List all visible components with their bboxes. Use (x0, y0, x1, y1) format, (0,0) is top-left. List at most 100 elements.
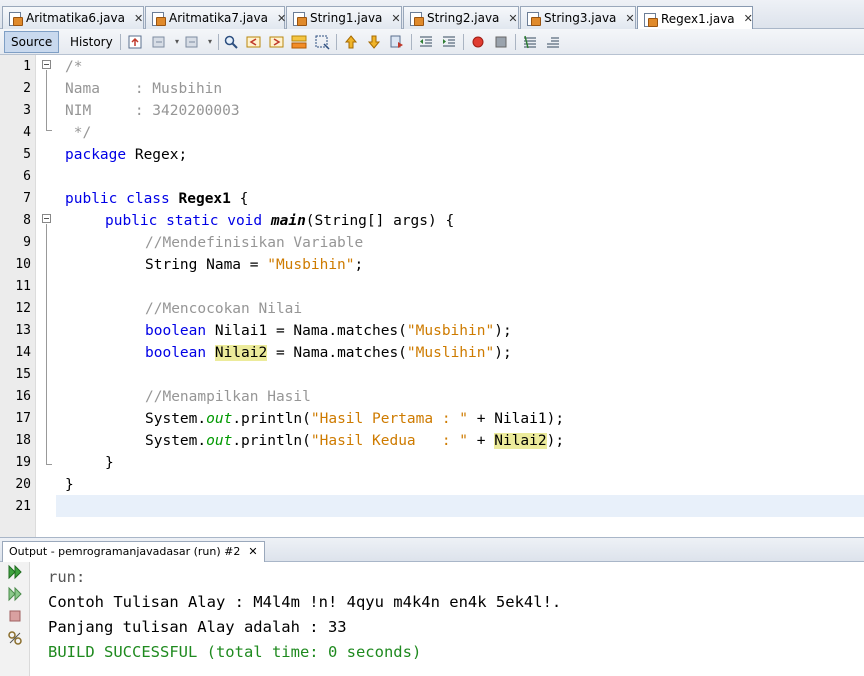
next-bookmark-icon[interactable] (366, 34, 382, 50)
output-line: Panjang tulisan Alay adalah : 33 (48, 618, 347, 636)
code-line-12: //Mencocokan Nilai (145, 301, 303, 317)
tab-string1[interactable]: String1.java ✕ (286, 6, 402, 29)
close-icon[interactable]: ✕ (508, 12, 517, 25)
close-icon[interactable]: ✕ (277, 12, 286, 25)
comment-icon[interactable] (522, 34, 538, 50)
code-text: String Nama = (145, 257, 268, 273)
close-icon[interactable]: ✕ (625, 12, 634, 25)
rerun-with-parameters-icon[interactable] (6, 586, 24, 604)
keyword: boolean (145, 323, 207, 339)
toggle-highlight-search-icon[interactable] (291, 34, 307, 50)
line-number: 20 (15, 477, 31, 492)
toolbar-separator (411, 34, 412, 50)
code-line-13: boolean Nilai1 = Nama.matches("Musbihin"… (145, 320, 512, 342)
last-edit-icon[interactable] (127, 34, 143, 50)
code-text: .println( (232, 411, 311, 427)
string-literal: "Musbihin" (406, 323, 495, 339)
close-icon[interactable]: ✕ (134, 12, 143, 25)
current-line-highlight (56, 495, 864, 517)
code-line-4: */ (65, 125, 92, 141)
line-number: 11 (15, 279, 31, 294)
rerun-icon[interactable] (6, 564, 24, 582)
fold-collapse-icon[interactable] (42, 214, 51, 223)
find-icon[interactable] (223, 34, 239, 50)
java-file-icon (8, 11, 23, 26)
java-file-icon (151, 11, 166, 26)
uncomment-icon[interactable] (545, 34, 561, 50)
code-line-5: package Regex; (65, 144, 187, 166)
start-macro-recording-icon[interactable] (470, 34, 486, 50)
close-icon[interactable]: ✕ (744, 12, 753, 25)
forward-dropdown-icon[interactable]: ▾ (202, 34, 218, 50)
tab-label: Regex1.java (661, 11, 735, 26)
code-text: ; (354, 257, 364, 273)
toolbar-separator (336, 34, 337, 50)
code-text: Nilai1 = Nama.matches( (206, 323, 407, 339)
tab-string3[interactable]: String3.java ✕ (520, 6, 636, 29)
find-previous-icon[interactable] (246, 34, 262, 50)
java-file-icon (643, 12, 658, 27)
line-number: 12 (15, 301, 31, 316)
settings-icon[interactable] (6, 630, 24, 648)
code-line-8: public static void main(String[] args) { (105, 210, 454, 232)
tab-string2[interactable]: String2.java ✕ (403, 6, 519, 29)
close-icon[interactable]: ✕ (391, 12, 400, 25)
fold-end (46, 464, 52, 465)
stop-macro-recording-icon[interactable] (493, 34, 509, 50)
line-number: 17 (15, 411, 31, 426)
toolbar-separator (120, 34, 121, 50)
code-line-2: Nama : Musbihin (65, 81, 223, 97)
code-text: = Nama.matches( (267, 345, 407, 361)
history-button[interactable]: History (63, 31, 120, 53)
line-number: 16 (15, 389, 31, 404)
close-icon[interactable]: ✕ (248, 542, 257, 562)
fold-collapse-icon[interactable] (42, 60, 51, 69)
shift-line-left-icon[interactable] (418, 34, 434, 50)
tab-label: String1.java (310, 11, 383, 25)
output-tab[interactable]: Output - pemrogramanjavadasar (run) #2 ✕ (2, 541, 265, 562)
toggle-rectangular-selection-icon[interactable] (314, 34, 330, 50)
tab-aritmatika6[interactable]: Aritmatika6.java ✕ (2, 6, 144, 29)
code-text: (String[] args) { (305, 213, 455, 229)
string-literal: "Musbihin" (267, 257, 355, 273)
output-window[interactable]: run: Contoh Tulisan Alay : M4l4m !n! 4qy… (0, 562, 864, 676)
output-line: run: (48, 568, 86, 586)
toggle-bookmark-icon[interactable] (389, 34, 405, 50)
code-text: System. (145, 433, 207, 449)
stop-icon[interactable] (6, 608, 24, 626)
line-number: 3 (23, 103, 31, 118)
previous-bookmark-icon[interactable] (343, 34, 359, 50)
tab-aritmatika7[interactable]: Aritmatika7.java ✕ (145, 6, 286, 29)
line-number: 2 (23, 81, 31, 96)
code-line-19: } (105, 455, 114, 471)
line-number: 4 (23, 125, 31, 140)
java-file-icon (409, 11, 424, 26)
fold-line (46, 70, 47, 130)
code-line-7: public class Regex1 { (65, 188, 248, 210)
code-line-16: //Menampilkan Hasil (145, 389, 311, 405)
static-field: out (206, 411, 233, 427)
find-next-icon[interactable] (269, 34, 285, 50)
code-line-17: System.out.println("Hasil Pertama : " + … (145, 408, 564, 430)
back-dropdown-icon[interactable]: ▾ (169, 34, 185, 50)
string-literal: "Muslihin" (406, 345, 495, 361)
class-name: Regex1 (178, 191, 231, 207)
code-text: + (468, 433, 495, 449)
fold-line (46, 224, 47, 464)
forward-icon[interactable] (184, 34, 200, 50)
toolbar-separator (515, 34, 516, 50)
code-text: ); (546, 433, 565, 449)
code-line-9: //Mendefinisikan Variable (145, 235, 364, 251)
output-tab-bar: Output - pemrogramanjavadasar (run) #2 ✕ (0, 537, 864, 562)
line-number: 7 (23, 191, 31, 206)
back-icon[interactable] (151, 34, 167, 50)
code-editor[interactable]: 1 2 3 4 5 6 7 8 9 10 11 12 13 14 15 16 1… (0, 55, 864, 537)
code-line-18: System.out.println("Hasil Kedua : " + Ni… (145, 430, 564, 452)
line-number: 1 (23, 59, 31, 74)
string-literal: "Hasil Pertama : " (310, 411, 469, 427)
editor-toolbar: Source History ▾ ▾ (0, 29, 864, 55)
shift-line-right-icon[interactable] (441, 34, 457, 50)
source-button[interactable]: Source (4, 31, 60, 53)
tab-regex1[interactable]: Regex1.java ✕ (637, 6, 753, 30)
code-line-20: } (65, 477, 74, 493)
